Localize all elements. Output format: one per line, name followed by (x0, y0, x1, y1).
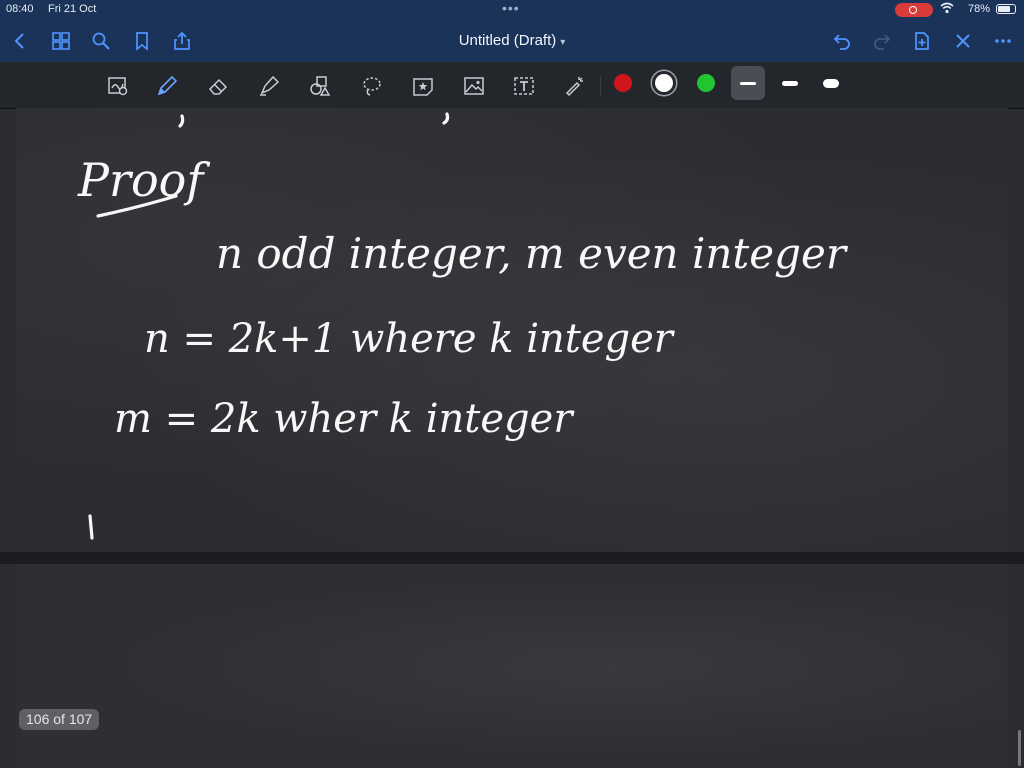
color-swatch-white[interactable] (655, 74, 673, 92)
scrollbar[interactable] (1018, 730, 1021, 766)
wifi-icon (940, 2, 954, 17)
battery-icon (996, 4, 1016, 14)
navigation-bar: Untitled (Draft) ▾ (0, 20, 1024, 62)
more-icon[interactable] (990, 28, 1016, 54)
handwriting-line-2: n odd integer, m even integer (216, 229, 849, 278)
undo-icon[interactable] (829, 28, 855, 54)
ink-stroke (88, 514, 94, 540)
page-indicator: 106 of 107 (19, 709, 100, 730)
heading-proof: Proof (77, 153, 210, 207)
stroke-medium-option[interactable] (773, 66, 807, 100)
document-title-text: Untitled (Draft) (458, 32, 557, 49)
status-bar: 08:40 Fri 21 Oct ••• 78% (0, 0, 1024, 20)
battery-percent: 78% (968, 3, 991, 15)
screen-recording-icon[interactable] (895, 3, 933, 17)
ink-stroke (442, 112, 450, 125)
eraser-icon[interactable] (205, 72, 233, 100)
add-page-icon[interactable] (909, 28, 935, 54)
shapes-icon[interactable] (306, 72, 334, 100)
pen-icon[interactable] (153, 72, 181, 100)
page-separator (0, 552, 1024, 564)
lasso-icon[interactable] (358, 72, 386, 100)
handwriting-layer: Proof n odd integer, m even integer n = … (77, 112, 849, 540)
image-icon[interactable] (460, 72, 488, 100)
text-box-icon[interactable] (510, 72, 538, 100)
sticker-icon[interactable] (409, 72, 437, 100)
redo-icon[interactable] (869, 28, 895, 54)
note-page-next[interactable] (16, 564, 1008, 768)
toolbar-divider (600, 76, 601, 96)
ink-stroke (178, 114, 185, 128)
stroke-thin-option[interactable] (731, 66, 765, 100)
laser-pointer-icon[interactable] (561, 72, 589, 100)
note-page-current[interactable]: Proof n odd integer, m even integer n = … (16, 108, 1008, 552)
chevron-down-icon: ▾ (560, 37, 566, 48)
handwriting-line-3: n = 2k+1 where k integer (144, 316, 676, 362)
close-icon[interactable] (950, 28, 976, 54)
status-date: Fri 21 Oct (48, 3, 97, 15)
handwriting-line-4: m = 2k wher k integer (114, 396, 575, 442)
drawing-toolbar (0, 62, 1024, 109)
stroke-thick-option[interactable] (814, 66, 848, 100)
highlighter-icon[interactable] (255, 72, 283, 100)
status-time: 08:40 (6, 3, 34, 15)
zoom-box-icon[interactable] (104, 72, 132, 100)
color-swatch-green[interactable] (697, 74, 715, 92)
multitasking-dots-icon[interactable]: ••• (502, 0, 520, 16)
color-swatch-red[interactable] (614, 74, 632, 92)
